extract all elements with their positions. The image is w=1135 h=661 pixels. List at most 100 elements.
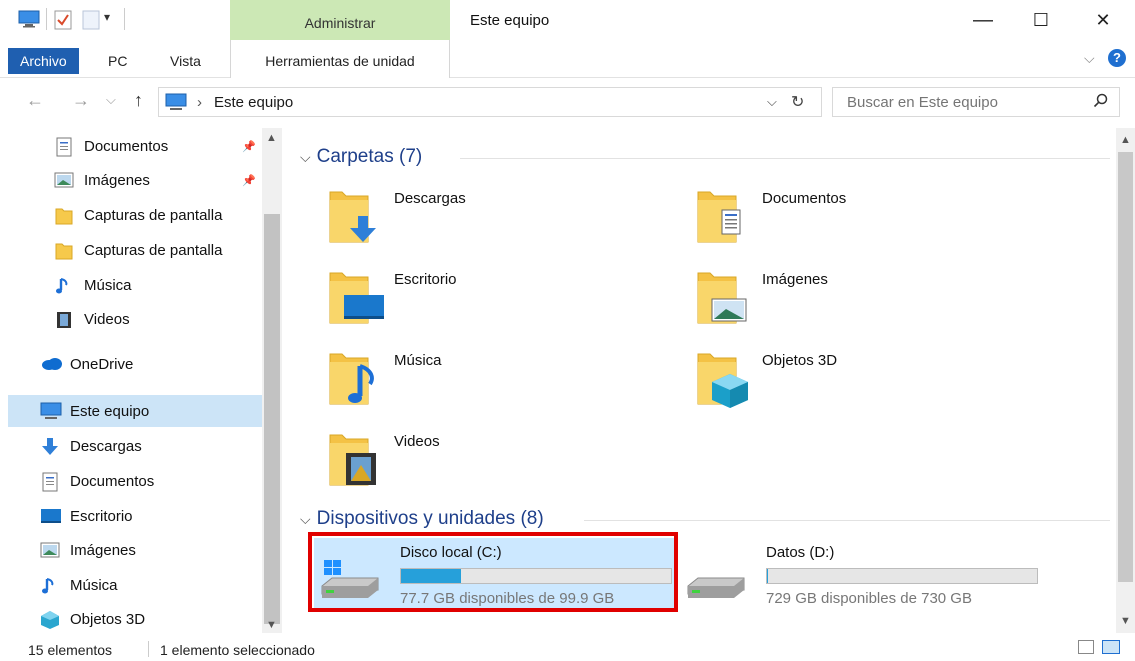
divider-icon [124,8,125,30]
back-button[interactable]: ← [26,90,44,111]
desktop-icon [328,265,388,325]
sidebar-item[interactable]: Este equipo [8,395,262,427]
document-icon [40,472,60,492]
drive-icon [684,556,748,604]
scroll-down-icon[interactable]: ▼ [1120,615,1131,627]
music-icon [54,276,74,294]
drive-name: Datos (D:) [766,544,835,561]
tab-drive-tools[interactable]: Herramientas de unidad [230,40,450,78]
selection-count: 1 elemento seleccionado [160,642,315,658]
pin-icon[interactable]: 📌 [242,140,256,153]
tab-file[interactable]: Archivo [8,48,79,74]
drive-usage-bar [766,568,1038,584]
close-button[interactable]: ✕ [1080,0,1126,40]
sidebar-item-label: OneDrive [70,355,134,373]
folder-name: Documentos [762,190,847,207]
folder-icon [54,206,74,225]
folders-section-title: Carpetas (7) [316,146,423,167]
tab-pc[interactable]: PC [98,46,137,78]
new-folder-icon[interactable] [82,10,100,34]
folder-item[interactable]: Escritorio [328,265,688,331]
content-scrollbar[interactable]: ▲ ▼ [1116,128,1135,633]
folder-item[interactable]: Imágenes [696,265,1056,331]
breadcrumb-separator[interactable]: › [197,94,202,111]
title-bar: ▾ Administrar Este equipo — ☐ ✕ [0,0,1135,40]
sidebar-item[interactable]: Imágenes [8,534,262,566]
folder-item[interactable]: Descargas [328,184,688,250]
refresh-icon[interactable]: ↻ [791,92,804,112]
window-title: Este equipo [470,12,550,29]
sidebar-item-label: Documentos [70,472,155,490]
sidebar-scrollbar[interactable]: ▲ ▼ [262,128,282,633]
details-view-icon[interactable] [1078,640,1094,654]
cube-icon [696,346,756,408]
chevron-down-icon[interactable]: ⌵ [300,149,311,166]
chevron-down-icon[interactable]: ⌵ [1084,50,1095,67]
search-input[interactable] [845,92,1075,112]
sidebar-item[interactable]: OneDrive [8,348,262,380]
sidebar-item[interactable]: Música [8,269,262,301]
folder-item[interactable]: Música [328,346,688,412]
scroll-down-icon[interactable]: ▼ [266,619,277,631]
sidebar-item[interactable]: Documentos 📌 [8,130,262,162]
selection-highlight-box [308,532,678,612]
sidebar-item-label: Escritorio [70,507,133,525]
sidebar-scroll-thumb[interactable] [264,214,280,624]
sidebar-item-label: Capturas de pantalla [84,206,223,224]
sidebar-item[interactable]: Descargas [8,430,262,462]
recent-locations-button[interactable]: ⌵ [106,92,116,108]
devices-section-header[interactable]: ⌵ Dispositivos y unidades (8) [300,508,1110,530]
sidebar-item[interactable]: Escritorio [8,500,262,532]
chevron-down-icon[interactable]: ⌵ [300,511,311,528]
up-button[interactable]: ↑ [134,90,143,111]
tab-view[interactable]: Vista [160,46,211,78]
properties-icon[interactable] [54,10,72,34]
navigation-bar: ← → ⌵ ↑ › Este equipo ⌵ ↻ [0,78,1135,124]
customize-qat-icon[interactable]: ▾ [104,10,110,24]
video-icon [328,427,388,487]
sidebar-item[interactable]: Capturas de pantalla [8,199,262,231]
drive-item[interactable]: Datos (D:) 729 GB disponibles de 730 GB [680,538,1042,610]
devices-section-title: Dispositivos y unidades (8) [316,508,544,529]
scroll-up-icon[interactable]: ▲ [266,132,277,144]
large-icons-view-icon[interactable] [1102,640,1120,654]
cloud-icon [40,355,62,373]
sidebar-item[interactable]: Documentos [8,465,262,497]
pc-icon[interactable] [18,10,40,32]
document-icon [696,184,756,244]
sidebar-item[interactable]: Música [8,569,262,601]
folders-section-header[interactable]: ⌵ Carpetas (7) [300,146,1110,168]
minimize-button[interactable]: — [960,0,1006,40]
scroll-up-icon[interactable]: ▲ [1120,134,1131,146]
content-scroll-thumb[interactable] [1118,152,1133,582]
sidebar-item[interactable]: Objetos 3D [8,603,262,633]
help-icon[interactable]: ? [1108,49,1126,67]
sidebar-item-label: Capturas de pantalla [84,241,223,259]
folder-item[interactable]: Documentos [696,184,1056,250]
desktop-icon [40,507,61,525]
sidebar-item-label: Objetos 3D [70,610,146,628]
sidebar-item-label: Descargas [70,437,142,455]
item-count: 15 elementos [28,642,113,658]
status-divider [148,641,149,657]
forward-button[interactable]: → [72,90,90,111]
search-icon[interactable] [1093,93,1109,113]
folder-name: Escritorio [394,271,457,288]
sidebar-item[interactable]: Capturas de pantalla [8,234,262,266]
pc-icon [165,93,187,111]
address-bar[interactable]: › Este equipo ⌵ ↻ [158,87,822,117]
maximize-button[interactable]: ☐ [1018,0,1064,40]
folder-item[interactable]: Videos [328,427,688,493]
folder-item[interactable]: Objetos 3D [696,346,1056,412]
folder-name: Objetos 3D [762,352,838,369]
breadcrumb[interactable]: Este equipo [214,94,293,111]
address-dropdown-icon[interactable]: ⌵ [767,94,777,110]
navigation-pane: Documentos 📌 Imágenes 📌 Capturas de pantalla… [0,128,282,633]
pin-icon[interactable]: 📌 [242,174,256,187]
search-box[interactable] [832,87,1120,117]
sidebar-item[interactable]: Imágenes 📌 [8,164,262,196]
folder-name: Descargas [394,190,466,207]
ribbon-tabs: Archivo PC Vista ⌵ ? [0,40,1135,78]
sidebar-item[interactable]: Videos [8,303,262,335]
contextual-tab-group: Administrar [230,0,450,40]
